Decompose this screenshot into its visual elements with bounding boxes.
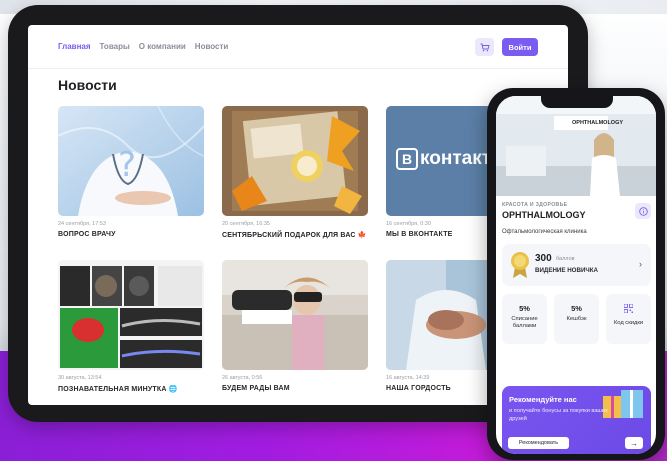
tile-label: Кешбэк (566, 316, 587, 322)
recommend-button[interactable]: Рекомендовать (508, 437, 569, 449)
login-button[interactable]: Войти (502, 38, 538, 56)
news-title[interactable]: БУДЕМ РАДЫ ВАМ (222, 385, 368, 392)
clinic-banner-image: OPHTHALMOLOGY (496, 96, 656, 196)
phone-notch (541, 96, 613, 108)
clinic-title: OPHTHALMOLOGY (502, 210, 586, 220)
phone-device: OPHTHALMOLOGY КРАСОТА И ЗДОРОВЬЕ OPHTHAL… (487, 88, 665, 460)
news-title[interactable]: ПОЗНАВАТЕЛЬНАЯ МИНУТКА 🌐 (58, 385, 204, 393)
arrow-right-icon: → (630, 438, 638, 448)
news-card[interactable]: 20 сентября, 16:35 СЕНТЯБРЬСКИЙ ПОДАРОК … (222, 106, 368, 239)
tile-cashback[interactable]: 5% Кешбэк (554, 294, 599, 344)
info-icon (638, 206, 648, 216)
news-card[interactable]: 26 августа, 0:56 БУДЕМ РАДЫ ВАМ (222, 260, 368, 392)
vk-logo: B (396, 148, 418, 170)
points-value: 300 (535, 253, 552, 264)
tile-value: 5% (519, 304, 530, 313)
news-title[interactable]: СЕНТЯБРЬСКИЙ ПОДАРОК ДЛЯ ВАС 🍁 (222, 231, 368, 239)
phone-screen: OPHTHALMOLOGY КРАСОТА И ЗДОРОВЬЕ OPHTHAL… (496, 96, 656, 454)
nav-link-home[interactable]: Главная (58, 42, 91, 51)
news-image-gift (222, 106, 368, 216)
cart-icon (480, 43, 490, 51)
referral-promo-card: Рекомендуйте нас и получайте бонусы за п… (502, 386, 651, 454)
arrow-right-button[interactable]: → (625, 437, 643, 449)
nav-link-products[interactable]: Товары (100, 42, 130, 51)
news-image-eye-scans (58, 260, 204, 370)
bonus-level-card[interactable]: 300 баллов ВИДЕНИЕ НОВИЧКА › (502, 244, 651, 286)
tile-value: 5% (571, 304, 582, 313)
promo-title: Рекомендуйте нас (509, 395, 577, 404)
news-image-eye-exam (222, 260, 368, 370)
news-date: 24 сентября, 17:53 (58, 221, 106, 227)
clinic-description: Офтальмологическая клиника (502, 229, 587, 235)
tile-discount-code[interactable]: Код скидки (606, 294, 651, 344)
clinic-banner-brand: OPHTHALMOLOGY (572, 120, 624, 126)
tile-write-off[interactable]: 5% Списание баллами (502, 294, 547, 344)
clinic-category: КРАСОТА И ЗДОРОВЬЕ (502, 202, 568, 208)
info-button[interactable] (635, 203, 651, 219)
news-date: 20 сентября, 16:35 (222, 221, 270, 227)
news-date: 26 августа, 0:56 (222, 375, 263, 381)
news-card[interactable]: 30 августа, 13:54 ПОЗНАВАТЕЛЬНАЯ МИНУТКА… (58, 260, 204, 393)
news-card[interactable]: ? 24 сентября, 17:53 ВОПРОС ВРАЧУ (58, 106, 204, 238)
news-title[interactable]: ВОПРОС ВРАЧУ (58, 231, 204, 238)
medal-icon (511, 252, 529, 278)
qr-code-icon (623, 303, 634, 314)
nav-link-news[interactable]: Новости (195, 42, 229, 51)
nav-link-about[interactable]: О компании (139, 42, 186, 51)
level-name: ВИДЕНИЕ НОВИЧКА (535, 267, 599, 274)
news-image-doctor: ? (58, 106, 204, 216)
points-unit: баллов (556, 256, 575, 262)
chevron-right-icon: › (639, 259, 642, 269)
cart-button[interactable] (475, 38, 494, 56)
news-date: 30 августа, 13:54 (58, 375, 102, 381)
tile-label: Код скидки (613, 320, 644, 326)
svg-text:?: ? (118, 145, 136, 185)
page-title: Новости (58, 77, 117, 93)
tile-label: Списание баллами (511, 316, 538, 329)
vk-logo-text: контакт (420, 148, 492, 169)
promo-subtitle: и получайте бонусы за покупки ваших друз… (509, 408, 608, 422)
